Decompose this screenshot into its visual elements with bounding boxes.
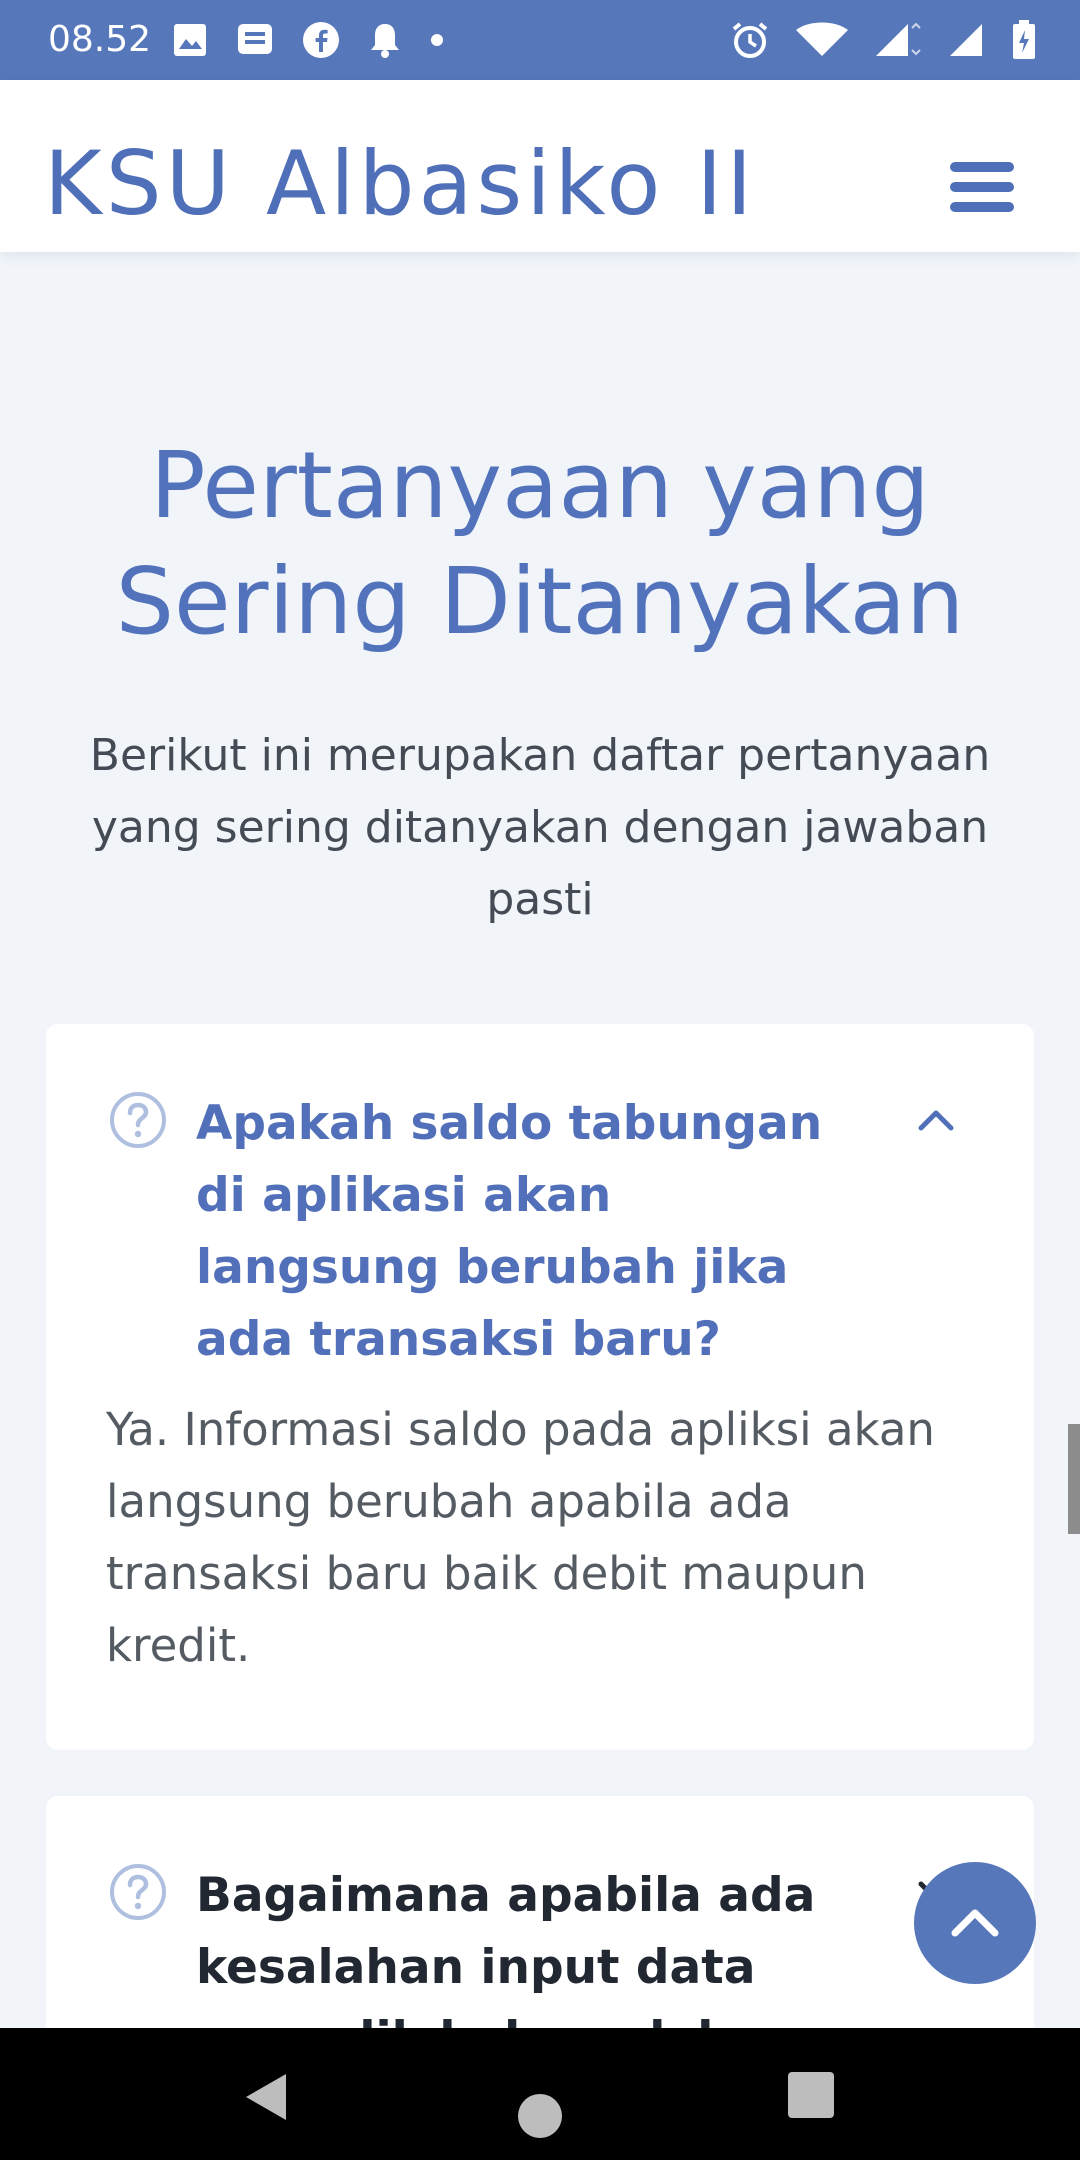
dot-icon (430, 33, 444, 47)
facebook-icon (302, 21, 340, 59)
hamburger-menu-icon[interactable] (950, 162, 1014, 212)
scrollbar-thumb[interactable] (1068, 1424, 1080, 1534)
home-icon[interactable] (518, 2094, 562, 2138)
wifi-icon (794, 22, 850, 58)
notification-icons (172, 18, 444, 62)
faq-title: Pertanyaan yang Sering Ditanyakan (115, 432, 965, 655)
alarm-icon (730, 20, 770, 60)
signal-icon (948, 22, 988, 58)
question-circle-icon (108, 1862, 168, 1922)
bell-icon (368, 21, 402, 59)
system-icons (730, 18, 1036, 62)
question-circle-icon (108, 1090, 168, 1150)
recents-icon[interactable] (788, 2072, 834, 2122)
system-nav-bar (0, 2028, 1080, 2160)
signal-icon (874, 22, 924, 58)
message-icon (236, 22, 274, 58)
faq-answer: Ya. Informasi saldo pada apliksi akan la… (106, 1403, 935, 1672)
site-header: KSU Albasiko II (0, 80, 1080, 252)
faq-subtitle: Berikut ini merupakan daftar pertanyaan … (89, 730, 991, 925)
chevron-up-icon (949, 1903, 1001, 1943)
image-icon (172, 22, 208, 58)
status-time: 08.52 (48, 19, 152, 60)
faq-question[interactable]: Apakah saldo tabungan di aplikasi akan l… (196, 1088, 846, 1376)
back-icon[interactable] (244, 2072, 288, 2126)
brand-logo[interactable]: KSU Albasiko II (44, 134, 756, 234)
chevron-up-icon[interactable] (916, 1104, 956, 1134)
battery-charging-icon (1012, 20, 1036, 60)
status-bar: 08.52 (0, 0, 1080, 80)
faq-item: Apakah saldo tabungan di aplikasi akan l… (46, 1024, 1034, 1750)
back-to-top-button[interactable] (914, 1862, 1036, 1984)
